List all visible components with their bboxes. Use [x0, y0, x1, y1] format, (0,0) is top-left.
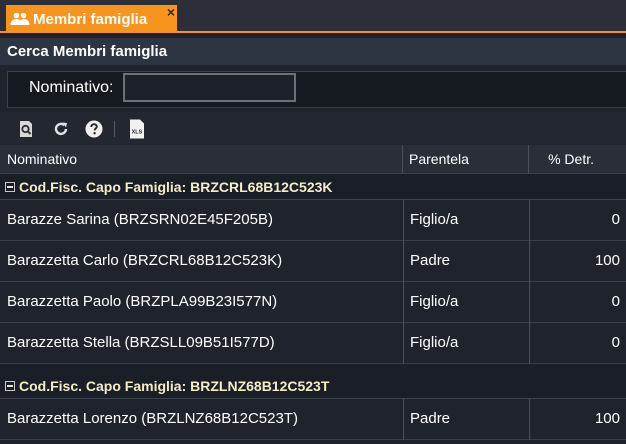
search-preview-icon[interactable]	[16, 119, 36, 139]
collapse-icon[interactable]	[5, 182, 15, 192]
cell-nominativo: Barazzetta Lorenzo (BRZLNZ68B12C523T)	[7, 410, 298, 427]
cell-nominativo: Barazze Sarina (BRZSRN02E45F205B)	[7, 211, 273, 228]
cell-parentela: Padre	[403, 399, 529, 440]
people-icon	[10, 12, 30, 26]
group-label: Cod.Fisc. Capo Famiglia: BRZLNZ68B12C523…	[19, 378, 330, 394]
tab-strip: Membri famiglia ×	[0, 0, 626, 33]
cell-detrazione: 100	[529, 241, 626, 282]
cell-parentela: Padre	[403, 241, 529, 282]
group-header[interactable]: Cod.Fisc. Capo Famiglia: BRZLNZ68B12C523…	[0, 373, 626, 399]
group-header[interactable]: Cod.Fisc. Capo Famiglia: BRZCRL68B12C523…	[0, 174, 626, 200]
cell-nominativo: Barazzetta Paolo (BRZPLA99B23I577N)	[7, 293, 278, 310]
cell-nominativo: Barazzetta Carlo (BRZCRL68B12C523K)	[7, 252, 283, 269]
table-row[interactable]: Barazzetta Stella (BRZSLL09B51I577D) Fig…	[0, 323, 626, 364]
cell-detrazione: 0	[529, 200, 626, 241]
search-panel-title: Cerca Membri famiglia	[0, 38, 626, 65]
grid-toolbar: XLS	[0, 112, 626, 145]
grid-body: Cod.Fisc. Capo Famiglia: BRZCRL68B12C523…	[0, 174, 626, 444]
cell-detrazione: 100	[529, 399, 626, 440]
column-header-nominativo[interactable]: Nominativo	[0, 145, 403, 174]
table-row[interactable]: Barazzetta Carlo (BRZCRL68B12C523K) Padr…	[0, 241, 626, 282]
help-icon[interactable]	[84, 119, 104, 139]
tab-membri-famiglia[interactable]: Membri famiglia ×	[6, 5, 177, 33]
nominativo-input[interactable]	[123, 73, 296, 102]
collapse-icon[interactable]	[5, 381, 15, 391]
cell-detrazione: 0	[529, 323, 626, 364]
group-spacer	[0, 364, 626, 373]
column-header-detrazione[interactable]: % Detr.	[529, 145, 626, 174]
column-header-parentela[interactable]: Parentela	[403, 145, 529, 174]
table-row[interactable]: Barazze Sarina (BRZSRN02E45F205B) Figlio…	[0, 200, 626, 241]
group-label: Cod.Fisc. Capo Famiglia: BRZCRL68B12C523…	[19, 179, 333, 195]
table-row[interactable]: Barazzetta Lorenzo (BRZLNZ68B12C523T) Pa…	[0, 399, 626, 440]
tab-label: Membri famiglia	[33, 10, 148, 28]
refresh-icon[interactable]	[51, 119, 71, 139]
cell-parentela: Figlio/a	[403, 282, 529, 323]
search-panel: Nominativo:	[0, 65, 626, 112]
export-xls-icon[interactable]: XLS	[127, 119, 147, 139]
xls-text: XLS	[132, 130, 143, 136]
table-row[interactable]: Barazzetta Paolo (BRZPLA99B23I577N) Figl…	[0, 282, 626, 323]
nominativo-label: Nominativo:	[29, 79, 114, 96]
cell-nominativo: Barazzetta Stella (BRZSLL09B51I577D)	[7, 334, 275, 351]
cell-detrazione: 0	[529, 282, 626, 323]
cell-parentela: Figlio/a	[403, 200, 529, 241]
close-icon[interactable]: ×	[167, 5, 175, 19]
toolbar-separator	[114, 121, 115, 137]
grid-header: Nominativo Parentela % Detr.	[0, 145, 626, 174]
cell-parentela: Figlio/a	[403, 323, 529, 364]
